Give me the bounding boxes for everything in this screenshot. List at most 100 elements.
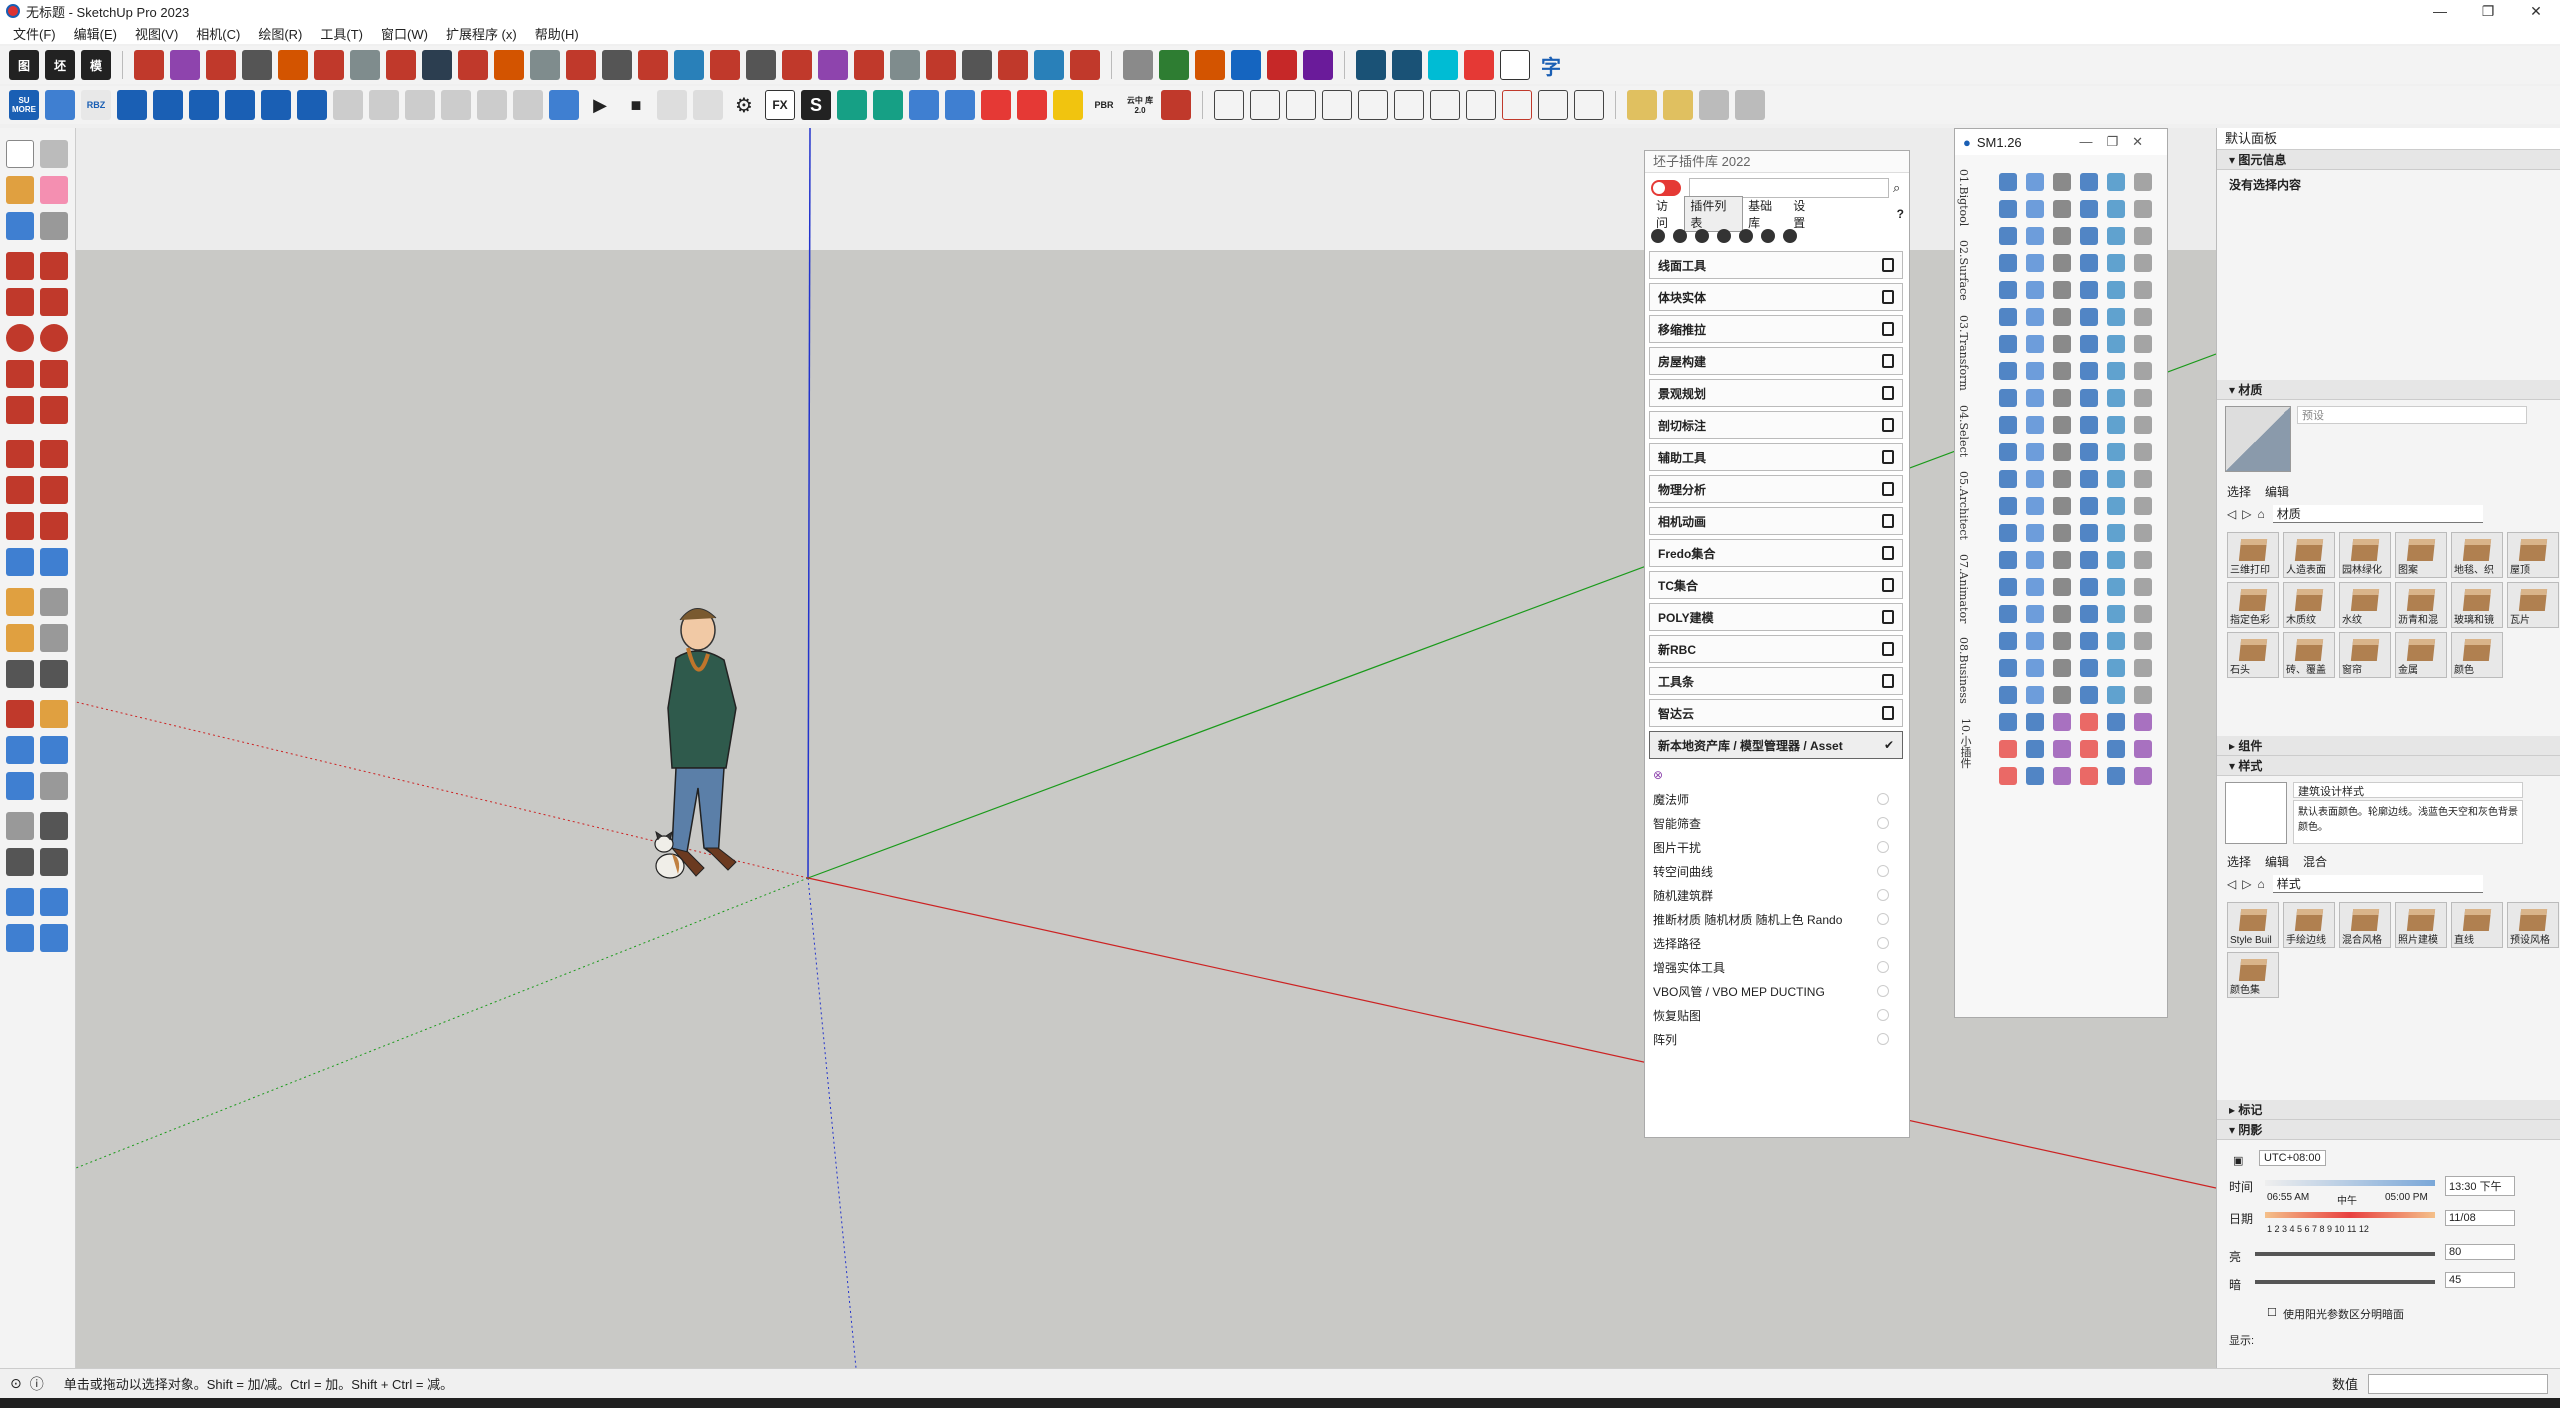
sm-tab[interactable]: 03.Transform: [1957, 315, 1970, 391]
pbr-button[interactable]: PBR: [1089, 90, 1119, 120]
sm-tool-icon[interactable]: [2026, 200, 2044, 218]
sm-tool-icon[interactable]: [2134, 470, 2152, 488]
tab-base-library[interactable]: 基础库: [1743, 197, 1788, 231]
sm-tool-icon[interactable]: [2026, 767, 2044, 785]
sm-tool-icon[interactable]: [2026, 605, 2044, 623]
sandbox-icon[interactable]: [6, 888, 34, 916]
play-icon[interactable]: ▶: [585, 90, 615, 120]
tab-settings[interactable]: 设置: [1788, 197, 1821, 231]
walk-icon[interactable]: [40, 812, 68, 840]
sm-tool-icon[interactable]: [2107, 713, 2125, 731]
material-swatch[interactable]: 水纹: [2339, 582, 2391, 628]
sm-tool-icon[interactable]: [2026, 470, 2044, 488]
plugin-item[interactable]: 增强实体工具: [1653, 955, 1909, 979]
sm-tool-icon[interactable]: [2026, 173, 2044, 191]
plugin-category[interactable]: 物理分析: [1649, 475, 1903, 503]
sm-tool-icon[interactable]: [2134, 740, 2152, 758]
sm-tool-icon[interactable]: [2053, 416, 2071, 434]
material-swatch[interactable]: 木质纹: [2283, 582, 2335, 628]
close-button[interactable]: ✕: [2512, 0, 2560, 22]
light-value-input[interactable]: 80: [2445, 1244, 2515, 1260]
styles-header[interactable]: 样式: [2217, 756, 2560, 776]
sm-tool-icon[interactable]: [1999, 200, 2017, 218]
lock-icon[interactable]: [1882, 354, 1894, 368]
back-icon[interactable]: ◁: [2227, 507, 2236, 521]
check-icon[interactable]: ✔: [1884, 738, 1894, 752]
sm-tool-icon[interactable]: [2026, 524, 2044, 542]
light-slider[interactable]: [2255, 1252, 2435, 1256]
sm-tool-icon[interactable]: [2053, 605, 2071, 623]
plugin-item[interactable]: 转空间曲线: [1653, 859, 1909, 883]
tape-measure-icon[interactable]: [6, 588, 34, 616]
sm-tool-icon[interactable]: [2080, 740, 2098, 758]
sm-tool-icon[interactable]: [2080, 389, 2098, 407]
sm-tool-icon[interactable]: [1999, 497, 2017, 515]
plugin-tool-icon[interactable]: [153, 90, 183, 120]
plugin-tool-icon[interactable]: [962, 50, 992, 80]
sm-tool-icon[interactable]: [2107, 659, 2125, 677]
sm-tool-icon[interactable]: [2134, 686, 2152, 704]
menu-tools[interactable]: 工具(T): [311, 24, 372, 43]
plugin-tool-icon[interactable]: [981, 90, 1011, 120]
sm-tool-icon[interactable]: [2053, 335, 2071, 353]
sm-tool-icon[interactable]: [1999, 389, 2017, 407]
record-icon[interactable]: [1761, 229, 1775, 243]
sm-tool-icon[interactable]: [2053, 686, 2071, 704]
style-swatch[interactable]: 颜色集: [2227, 952, 2279, 998]
sm-tool-icon[interactable]: [2134, 227, 2152, 245]
menu-extensions[interactable]: 扩展程序 (x): [437, 24, 526, 43]
sm-tool-icon[interactable]: [2134, 362, 2152, 380]
plugin-item-icon-row[interactable]: ⊗: [1653, 763, 1909, 787]
tab-edit[interactable]: 编辑: [2265, 853, 2289, 870]
plugin-tool-icon[interactable]: [1428, 50, 1458, 80]
select-arrow-icon[interactable]: [6, 140, 34, 168]
forward-icon[interactable]: ▷: [2242, 877, 2251, 891]
box-icon[interactable]: [477, 90, 507, 120]
sm-tool-icon[interactable]: [2026, 389, 2044, 407]
plugin-tool-icon[interactable]: [909, 90, 939, 120]
arc-2pt-icon[interactable]: [40, 360, 68, 388]
sm-tab[interactable]: 07.Animator: [1957, 554, 1970, 623]
curve-tool-icon[interactable]: [1430, 90, 1460, 120]
plugin-tool-icon[interactable]: [1017, 90, 1047, 120]
tab-visit[interactable]: 访问: [1651, 197, 1684, 231]
lock-icon[interactable]: [1882, 322, 1894, 336]
sm-tool-icon[interactable]: [2053, 713, 2071, 731]
sm-tool-icon[interactable]: [1999, 524, 2017, 542]
style-name-field[interactable]: 建筑设计样式: [2293, 782, 2523, 798]
sandbox-contour-icon[interactable]: [40, 888, 68, 916]
box-icon[interactable]: [513, 90, 543, 120]
protractor-icon[interactable]: [6, 624, 34, 652]
table-icon[interactable]: [1500, 50, 1530, 80]
sm-tab[interactable]: 02.Surface: [1957, 240, 1970, 301]
gear-icon[interactable]: [1464, 50, 1494, 80]
shadow-toggle-icon[interactable]: ▣: [2233, 1154, 2243, 1167]
material-swatch[interactable]: 园林绿化: [2339, 532, 2391, 578]
sm-tab[interactable]: 04.Select: [1957, 405, 1970, 457]
plugin-tool-icon[interactable]: [566, 50, 596, 80]
push-pull-icon[interactable]: [40, 440, 68, 468]
menu-file[interactable]: 文件(F): [4, 24, 65, 43]
styles-dropdown[interactable]: 样式: [2272, 875, 2483, 893]
material-name-field[interactable]: 预设: [2297, 406, 2527, 424]
sm-tool-icon[interactable]: [1999, 335, 2017, 353]
curve-tool-icon[interactable]: [1394, 90, 1424, 120]
plugin-tool-icon[interactable]: [1392, 50, 1422, 80]
plugin-category[interactable]: 体块实体: [1649, 283, 1903, 311]
settings-icon[interactable]: ⚙: [729, 90, 759, 120]
style-description[interactable]: 默认表面颜色。轮廓边线。浅蓝色天空和灰色背景颜色。: [2293, 800, 2523, 844]
sm-tool-icon[interactable]: [2134, 173, 2152, 191]
sm-tool-icon[interactable]: [2080, 497, 2098, 515]
geo-location-icon[interactable]: ⊙: [10, 1375, 22, 1392]
sm-tool-icon[interactable]: [2053, 470, 2071, 488]
material-swatch[interactable]: 石头: [2227, 632, 2279, 678]
sun-shading-checkbox[interactable]: ☐: [2267, 1306, 2277, 1319]
sm-tool-icon[interactable]: [2053, 362, 2071, 380]
lock-icon[interactable]: [1882, 450, 1894, 464]
materials-header[interactable]: 材质: [2217, 380, 2560, 400]
plugin-item[interactable]: VBO风管 / VBO MEP DUCTING: [1653, 979, 1909, 1003]
sm-tool-icon[interactable]: [2026, 632, 2044, 650]
look-around-icon[interactable]: [6, 848, 34, 876]
forward-icon[interactable]: ▷: [2242, 507, 2251, 521]
lock-icon[interactable]: [1882, 578, 1894, 592]
